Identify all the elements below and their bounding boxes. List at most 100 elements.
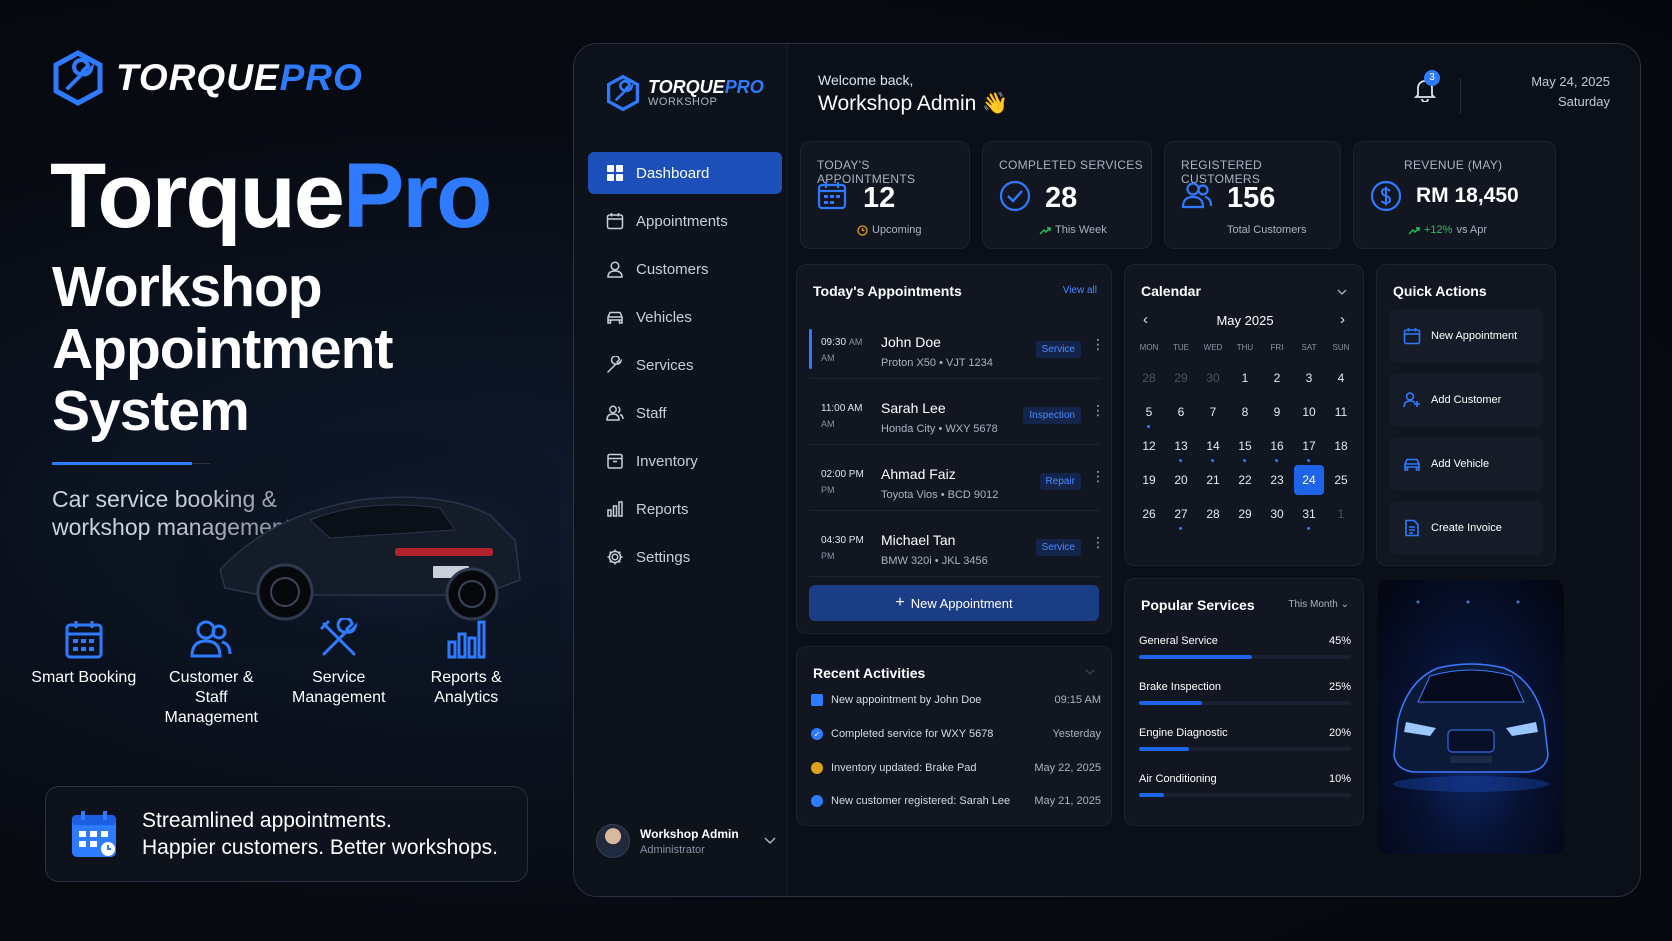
calendar-day[interactable]: 1	[1229, 365, 1261, 399]
calendar-day[interactable]: 9	[1261, 399, 1293, 433]
calendar-day[interactable]: 14	[1197, 433, 1229, 467]
stat-value: 156	[1227, 182, 1276, 214]
sidebar-item-appointments[interactable]: Appointments	[588, 200, 782, 242]
activity-item[interactable]: ✓ Completed service for WXY 5678 Yesterd…	[811, 717, 1101, 751]
check-circle-icon	[999, 180, 1031, 212]
appointment-time-suffix: AM	[848, 337, 863, 347]
sidebar-logo[interactable]: TORQUEPRO WORKSHOP	[606, 74, 764, 112]
sidebar-item-services[interactable]: Services	[588, 344, 782, 386]
calendar-day[interactable]: 29	[1165, 365, 1197, 399]
appointment-ampm: PM	[821, 551, 835, 561]
sidebar-item-dashboard[interactable]: Dashboard	[588, 152, 782, 194]
appointment-item[interactable]: 11:00 AM AM Sarah Lee Honda City • WXY 5…	[809, 383, 1105, 445]
calendar-day[interactable]: 26	[1133, 501, 1165, 535]
next-month-button[interactable]: ›	[1340, 311, 1345, 328]
car-icon	[1404, 458, 1420, 471]
activity-item[interactable]: New customer registered: Sarah Lee May 2…	[811, 784, 1101, 818]
calendar-day[interactable]: 13	[1165, 433, 1197, 467]
calendar-day[interactable]: 23	[1261, 467, 1293, 501]
sidebar-item-settings[interactable]: Settings	[588, 536, 782, 578]
calendar-day[interactable]: 25	[1325, 467, 1357, 501]
calendar-day[interactable]: 30	[1261, 501, 1293, 535]
view-all-link[interactable]: View all	[1063, 285, 1097, 296]
calendar-day[interactable]: 11	[1325, 399, 1357, 433]
calendar-day[interactable]: 4	[1325, 365, 1357, 399]
calendar-day[interactable]: 2	[1261, 365, 1293, 399]
calendar-icon	[65, 621, 103, 659]
calendar-day[interactable]: 22	[1229, 467, 1261, 501]
appointment-name: Ahmad Faiz	[881, 466, 956, 482]
calendar-day[interactable]: 5	[1133, 399, 1165, 433]
sidebar-item-customers[interactable]: Customers	[588, 248, 782, 290]
calendar-day[interactable]: 3	[1293, 365, 1325, 399]
more-vertical-icon[interactable]: ⋮	[1091, 469, 1105, 483]
calendar-title: Calendar	[1141, 283, 1201, 299]
sidebar-item-vehicles[interactable]: Vehicles	[588, 296, 782, 338]
calendar-day[interactable]: 27	[1165, 501, 1197, 535]
service-percent: 25%	[1328, 681, 1351, 693]
period-select[interactable]: This Month ⌄	[1288, 599, 1349, 610]
weekday: MON	[1139, 343, 1159, 352]
calendar-day[interactable]: 16	[1261, 433, 1293, 467]
sidebar-item-staff[interactable]: Staff	[588, 392, 782, 434]
feature-smart-booking: Smart Booking	[20, 618, 148, 728]
quick-action-create-invoice[interactable]: Create Invoice	[1389, 501, 1543, 555]
activity-time: Yesterday	[1052, 728, 1101, 740]
calendar-day[interactable]: 18	[1325, 433, 1357, 467]
calendar-day[interactable]: 28	[1197, 501, 1229, 535]
user-menu[interactable]: Workshop Admin Administrator	[596, 824, 776, 858]
selected-day-label: 24	[1294, 465, 1324, 495]
calendar-day[interactable]: 30	[1197, 365, 1229, 399]
appointment-item[interactable]: 09:30 AM AM John Doe Proton X50 • VJT 12…	[809, 317, 1105, 379]
stat-card-appointments[interactable]: TODAY'S APPOINTMENTS 12 Upcoming	[800, 141, 970, 249]
more-vertical-icon[interactable]: ⋮	[1091, 337, 1105, 351]
calendar-day[interactable]: 1	[1325, 501, 1357, 535]
activity-item[interactable]: Inventory updated: Brake Pad May 22, 202…	[811, 751, 1101, 785]
activity-item[interactable]: New appointment by John Doe 09:15 AM	[811, 683, 1101, 717]
calendar-day-selected[interactable]: 24	[1293, 465, 1325, 501]
activity-text: Inventory updated: Brake Pad	[831, 762, 977, 774]
calendar-day[interactable]: 29	[1229, 501, 1261, 535]
calendar-day[interactable]: 15	[1229, 433, 1261, 467]
calendar-day[interactable]: 28	[1133, 365, 1165, 399]
appointment-item[interactable]: 04:30 PM PM Michael Tan BMW 320i • JKL 3…	[809, 515, 1105, 577]
stat-card-customers[interactable]: REGISTERED CUSTOMERS 156 Total Customers	[1164, 141, 1341, 249]
calendar-day[interactable]: 8	[1229, 399, 1261, 433]
quick-action-add-vehicle[interactable]: Add Vehicle	[1389, 437, 1543, 491]
chevron-down-icon[interactable]	[764, 837, 776, 845]
calendar-day[interactable]: 31	[1293, 501, 1325, 535]
chevron-down-icon[interactable]	[1337, 289, 1347, 295]
notification-badge: 3	[1424, 70, 1440, 86]
period-label: This Month	[1288, 599, 1338, 610]
stat-card-completed[interactable]: COMPLETED SERVICES 28 This Week	[982, 141, 1152, 249]
more-vertical-icon[interactable]: ⋮	[1091, 403, 1105, 417]
calendar-day[interactable]: 12	[1133, 433, 1165, 467]
notification-button[interactable]: 3	[1414, 70, 1440, 102]
chevron-down-icon[interactable]	[1085, 669, 1095, 675]
dollar-icon	[1370, 180, 1402, 212]
calendar-day[interactable]: 7	[1197, 399, 1229, 433]
revenue-change: +12%	[1424, 224, 1453, 236]
sidebar-item-inventory[interactable]: Inventory	[588, 440, 782, 482]
calendar-day[interactable]: 21	[1197, 467, 1229, 501]
new-appointment-button[interactable]: + New Appointment	[809, 585, 1099, 621]
calendar-day[interactable]: 6	[1165, 399, 1197, 433]
activity-text: New customer registered: Sarah Lee	[831, 795, 1011, 807]
quick-action-new-appointment[interactable]: New Appointment	[1389, 309, 1543, 363]
stat-card-revenue[interactable]: REVENUE (MAY) RM 18,450 +12% vs Apr	[1353, 141, 1556, 249]
quick-action-add-customer[interactable]: Add Customer	[1389, 373, 1543, 427]
welcome-label: Welcome back,	[818, 72, 914, 88]
calendar-day[interactable]: 19	[1133, 467, 1165, 501]
feature-label: Customer &	[169, 669, 254, 686]
sidebar-item-reports[interactable]: Reports	[588, 488, 782, 530]
calendar-icon	[1403, 328, 1421, 345]
calendar-day[interactable]: 17	[1293, 433, 1325, 467]
calendar-week: 19 20 21 22 23 24 25	[1133, 465, 1357, 501]
service-row: Brake Inspection 25%	[1139, 681, 1351, 705]
appointment-item[interactable]: 02:00 PM PM Ahmad Faiz Toyota Vios • BCD…	[809, 449, 1105, 511]
calendar-day[interactable]: 20	[1165, 467, 1197, 501]
service-bar	[1139, 747, 1189, 751]
more-vertical-icon[interactable]: ⋮	[1091, 535, 1105, 549]
calendar-day[interactable]: 10	[1293, 399, 1325, 433]
user-plus-icon	[1403, 392, 1420, 408]
